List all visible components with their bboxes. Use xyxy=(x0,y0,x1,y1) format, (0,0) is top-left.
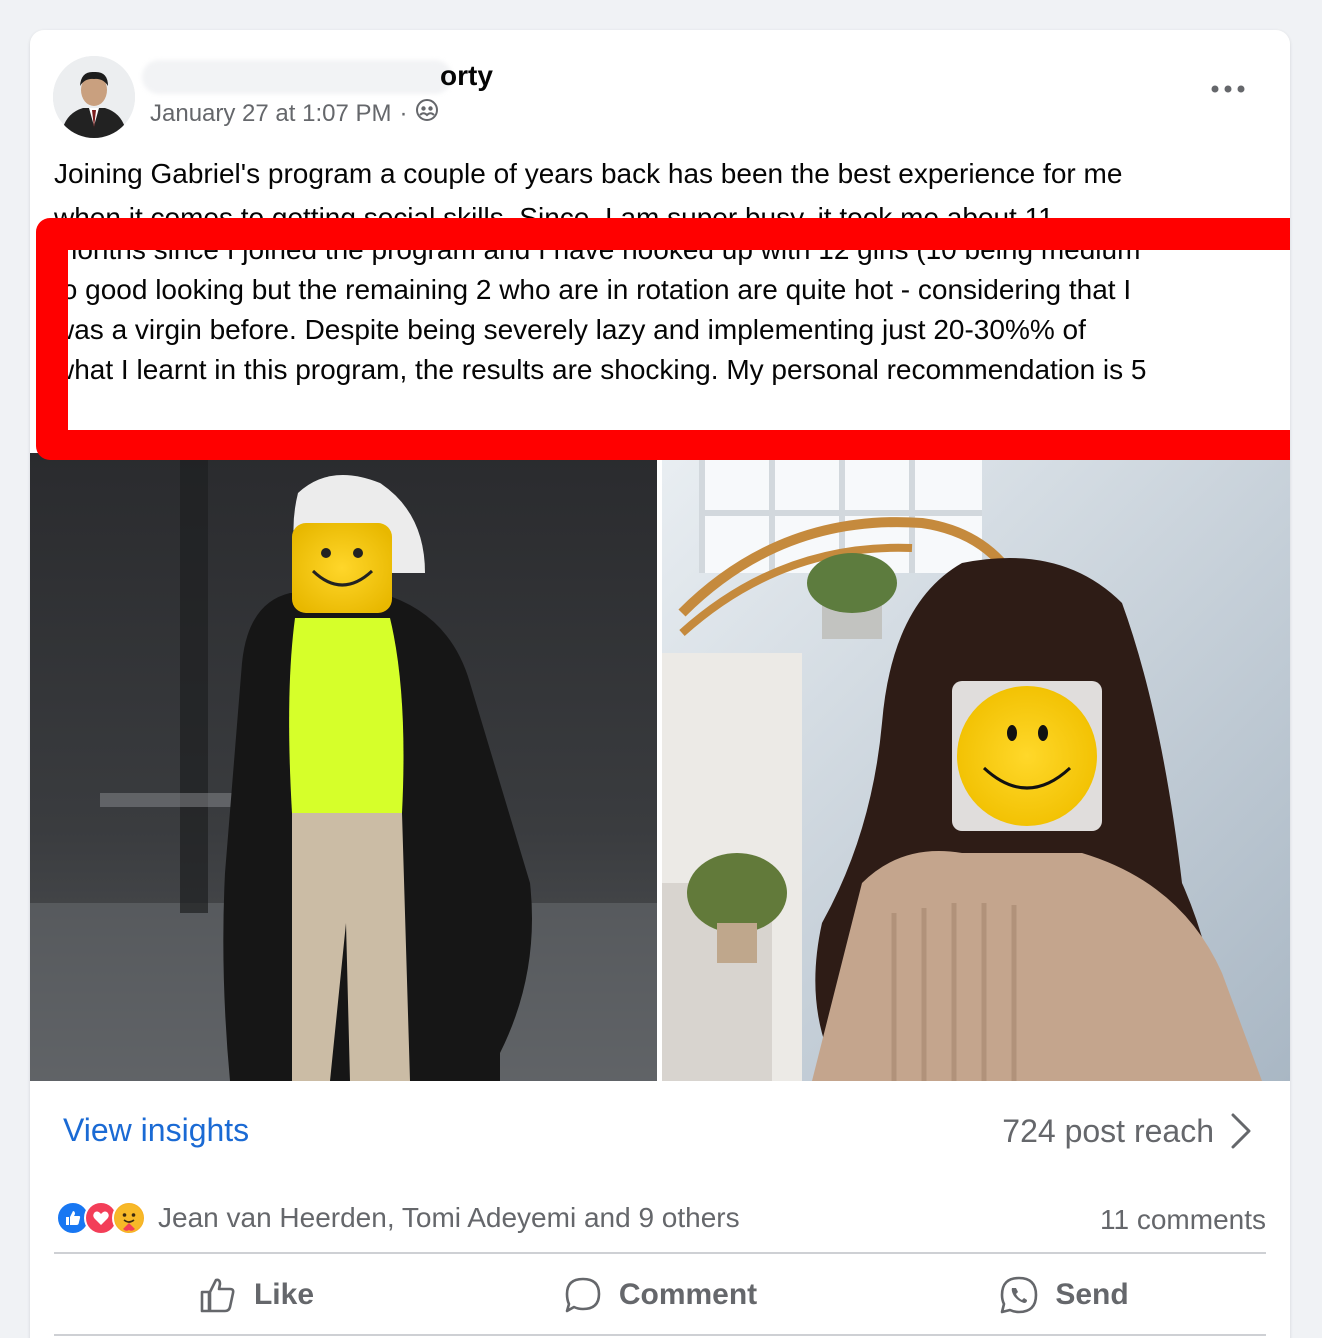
post-timestamp[interactable]: January 27 at 1:07 PM xyxy=(150,100,391,128)
post-photo-right[interactable] xyxy=(662,453,1290,1081)
author-avatar[interactable] xyxy=(53,56,135,138)
post-card: orty January 27 at 1:07 PM · Joining Gab… xyxy=(30,30,1290,1338)
friends-icon[interactable] xyxy=(415,98,439,129)
red-highlight-frame xyxy=(36,218,1290,460)
more-options-button[interactable] xyxy=(1206,74,1250,104)
comment-icon xyxy=(565,1277,601,1313)
like-outline-icon xyxy=(200,1278,235,1313)
reactors-list[interactable]: Jean van Heerden, Tomi Adeyemi and 9 oth… xyxy=(158,1202,740,1234)
name-redaction xyxy=(142,60,452,94)
like-label: Like xyxy=(253,1278,315,1311)
comment-label: Comment xyxy=(618,1278,758,1311)
post-text-line-1: Joining Gabriel's program a couple of ye… xyxy=(54,158,1123,189)
divider-top xyxy=(54,1252,1266,1254)
comments-count[interactable]: 11 comments xyxy=(1100,1204,1266,1236)
send-button[interactable]: Send xyxy=(862,1256,1266,1334)
post-reach-label: 724 post reach xyxy=(1002,1112,1214,1149)
view-insights-link[interactable]: View insights xyxy=(63,1112,249,1149)
smiley-face-icon xyxy=(292,523,392,613)
like-button[interactable]: Like xyxy=(54,1256,458,1334)
author-name-visible: orty xyxy=(440,60,493,91)
send-label: Send xyxy=(1055,1278,1129,1311)
smiley-face-icon xyxy=(957,686,1097,826)
post-meta: January 27 at 1:07 PM · xyxy=(150,98,439,129)
comment-button[interactable]: Comment xyxy=(458,1256,862,1334)
more-icon xyxy=(1211,85,1245,93)
post-actions-bar: Like Comment Send xyxy=(54,1256,1266,1334)
chevron-right-icon xyxy=(1231,1113,1251,1149)
reactions-summary[interactable]: Jean van Heerden, Tomi Adeyemi and 9 oth… xyxy=(56,1201,740,1235)
meta-separator: · xyxy=(399,99,408,127)
whatsapp-icon xyxy=(1001,1276,1038,1314)
post-reach[interactable]: 724 post reach xyxy=(1002,1112,1252,1150)
post-photo-left[interactable] xyxy=(30,453,657,1081)
divider-bottom xyxy=(54,1334,1266,1336)
care-icon xyxy=(112,1201,146,1235)
